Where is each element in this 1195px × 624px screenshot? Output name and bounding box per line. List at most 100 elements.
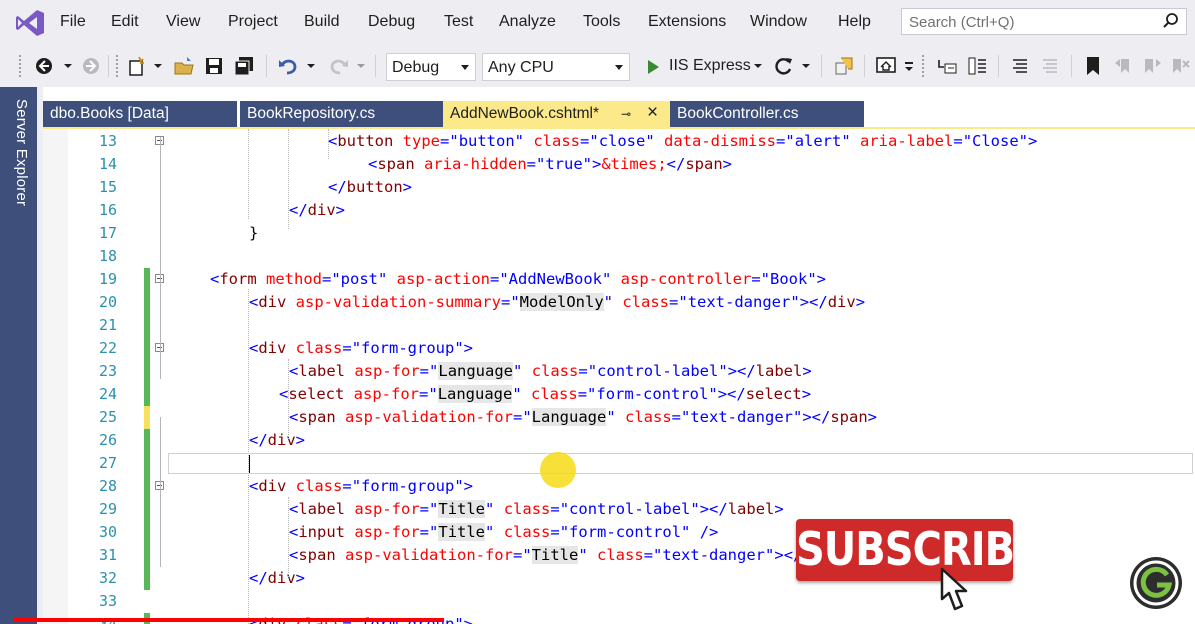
- menu-view[interactable]: View: [166, 13, 200, 31]
- menu-test[interactable]: Test: [444, 13, 473, 31]
- visual-studio-logo-icon[interactable]: [14, 8, 46, 38]
- bookmark-icon[interactable]: [1082, 54, 1104, 78]
- menu-debug[interactable]: Debug: [368, 13, 415, 31]
- line-number: 33: [98, 592, 117, 610]
- platform-value: Any CPU: [488, 59, 554, 76]
- refresh-browser-icon[interactable]: [773, 54, 795, 78]
- comment-lines-icon[interactable]: [1008, 54, 1032, 78]
- code-line[interactable]: 24 <select asp-for="Language" class="form…: [43, 383, 1195, 406]
- subscribe-button[interactable]: SUBSCRIBE: [796, 519, 1041, 581]
- web-publish-icon[interactable]: [874, 54, 898, 78]
- browser-link-icon[interactable]: [832, 54, 856, 78]
- code-line[interactable]: 21: [43, 314, 1195, 337]
- code-text: <label asp-for="Title" class="control-la…: [289, 500, 784, 518]
- code-line[interactable]: 14 <span aria-hidden="true">&times;</span…: [43, 153, 1195, 176]
- code-token: "text-danger": [678, 293, 800, 311]
- code-token: data-dismiss: [654, 132, 777, 150]
- change-marker: [144, 452, 150, 475]
- save-all-icon[interactable]: [232, 54, 256, 78]
- code-token: }: [249, 224, 259, 242]
- code-token: "text-danger": [681, 408, 803, 426]
- code-token: =: [512, 546, 523, 564]
- search-icon[interactable]: [1162, 12, 1180, 30]
- code-line[interactable]: 15 </button>: [43, 176, 1195, 199]
- close-tab-icon[interactable]: ×: [647, 102, 658, 124]
- menu-window[interactable]: Window: [750, 13, 807, 31]
- code-token: class: [494, 500, 551, 518]
- tab-book-controller[interactable]: BookController.cs: [670, 101, 864, 128]
- run-target-dropdown-icon[interactable]: [752, 54, 764, 78]
- tab-book-repository[interactable]: BookRepository.cs: [240, 101, 443, 128]
- tab-dbo-books[interactable]: dbo.Books [Data]: [43, 101, 237, 128]
- text-caret: [249, 455, 250, 473]
- code-line[interactable]: 26 </div>: [43, 429, 1195, 452]
- back-dropdown-icon[interactable]: [62, 54, 74, 78]
- video-progress-bar[interactable]: [14, 618, 444, 622]
- menu-help[interactable]: Help: [838, 13, 871, 31]
- menu-project[interactable]: Project: [228, 13, 278, 31]
- next-bookmark-icon[interactable]: [1140, 54, 1164, 78]
- server-explorer-tab[interactable]: Server Explorer: [0, 87, 37, 624]
- code-line[interactable]: 18: [43, 245, 1195, 268]
- code-line[interactable]: 25 <span asp-validation-for="Language" cl…: [43, 406, 1195, 429]
- redo-icon[interactable]: [327, 54, 351, 78]
- publish-dropdown-icon[interactable]: [903, 54, 915, 78]
- toolbar-grip[interactable]: [18, 54, 22, 78]
- code-line[interactable]: 19 <form method="post" asp-action="AddNew…: [43, 268, 1195, 291]
- code-text: <span aria-hidden="true">&times;</span>: [368, 155, 732, 173]
- code-line[interactable]: 22 <div class="form-group">: [43, 337, 1195, 360]
- toolbar-grip-2[interactable]: [115, 54, 119, 78]
- code-line[interactable]: 29 <label asp-for="Title" class="control-…: [43, 498, 1195, 521]
- search-box[interactable]: Search (Ctrl+Q): [901, 8, 1187, 35]
- code-line[interactable]: 13 <button type="button" class="close" da…: [43, 130, 1195, 153]
- code-token: >: [774, 500, 784, 518]
- code-line[interactable]: 20 <div asp-validation-summary="ModelOnly…: [43, 291, 1195, 314]
- code-token: "true": [536, 155, 592, 173]
- code-token: =: [953, 132, 963, 150]
- code-token: asp-validation-for: [335, 408, 513, 426]
- previous-bookmark-icon[interactable]: [1112, 54, 1136, 78]
- tab-add-new-book[interactable]: AddNewBook.cshtml* ⊸ ×: [443, 101, 670, 128]
- code-token: form: [219, 270, 257, 288]
- clear-bookmarks-icon[interactable]: [1168, 54, 1192, 78]
- code-token: >: [295, 569, 306, 587]
- solution-platform-select[interactable]: Any CPU: [482, 53, 630, 81]
- mouse-pointer-highlight: [540, 452, 576, 488]
- toolbar-grip-3[interactable]: [921, 54, 925, 78]
- code-token: =: [440, 132, 450, 150]
- toggle-layout-icon[interactable]: [965, 54, 989, 78]
- code-line[interactable]: 16 </div>: [43, 199, 1195, 222]
- search-input[interactable]: Search (Ctrl+Q): [909, 14, 1014, 31]
- menu-extensions[interactable]: Extensions: [648, 13, 726, 31]
- refresh-dropdown-icon[interactable]: [800, 54, 812, 78]
- menu-edit[interactable]: Edit: [111, 13, 139, 31]
- redo-dropdown-icon[interactable]: [355, 54, 367, 78]
- pin-icon[interactable]: ⊸: [621, 107, 631, 121]
- code-line[interactable]: 28 <div class="form-group">: [43, 475, 1195, 498]
- menu-build[interactable]: Build: [304, 13, 340, 31]
- code-token: =: [342, 339, 352, 357]
- step-over-icon[interactable]: [935, 54, 959, 78]
- undo-icon[interactable]: [276, 54, 300, 78]
- channel-logo-icon[interactable]: [1128, 555, 1184, 611]
- navigate-forward-icon[interactable]: [80, 54, 102, 78]
- menu-tools[interactable]: Tools: [583, 13, 620, 31]
- line-number: 17: [98, 224, 117, 242]
- change-marker: [144, 268, 150, 291]
- save-icon[interactable]: [203, 54, 225, 78]
- solution-configuration-select[interactable]: Debug: [386, 53, 476, 81]
- new-project-dropdown-icon[interactable]: [152, 54, 164, 78]
- new-project-icon[interactable]: [125, 54, 149, 78]
- menu-file[interactable]: File: [60, 13, 86, 31]
- code-token: =: [419, 500, 430, 518]
- menu-analyze[interactable]: Analyze: [499, 13, 556, 31]
- navigate-back-icon[interactable]: [33, 54, 55, 78]
- code-line[interactable]: 33: [43, 590, 1195, 613]
- uncomment-lines-icon[interactable]: [1038, 54, 1062, 78]
- code-token: span: [830, 408, 868, 426]
- undo-dropdown-icon[interactable]: [305, 54, 317, 78]
- run-target-label: IIS Express: [669, 57, 751, 74]
- open-file-icon[interactable]: [172, 54, 196, 78]
- code-line[interactable]: 17}: [43, 222, 1195, 245]
- code-line[interactable]: 23 <label asp-for="Language" class="contr…: [43, 360, 1195, 383]
